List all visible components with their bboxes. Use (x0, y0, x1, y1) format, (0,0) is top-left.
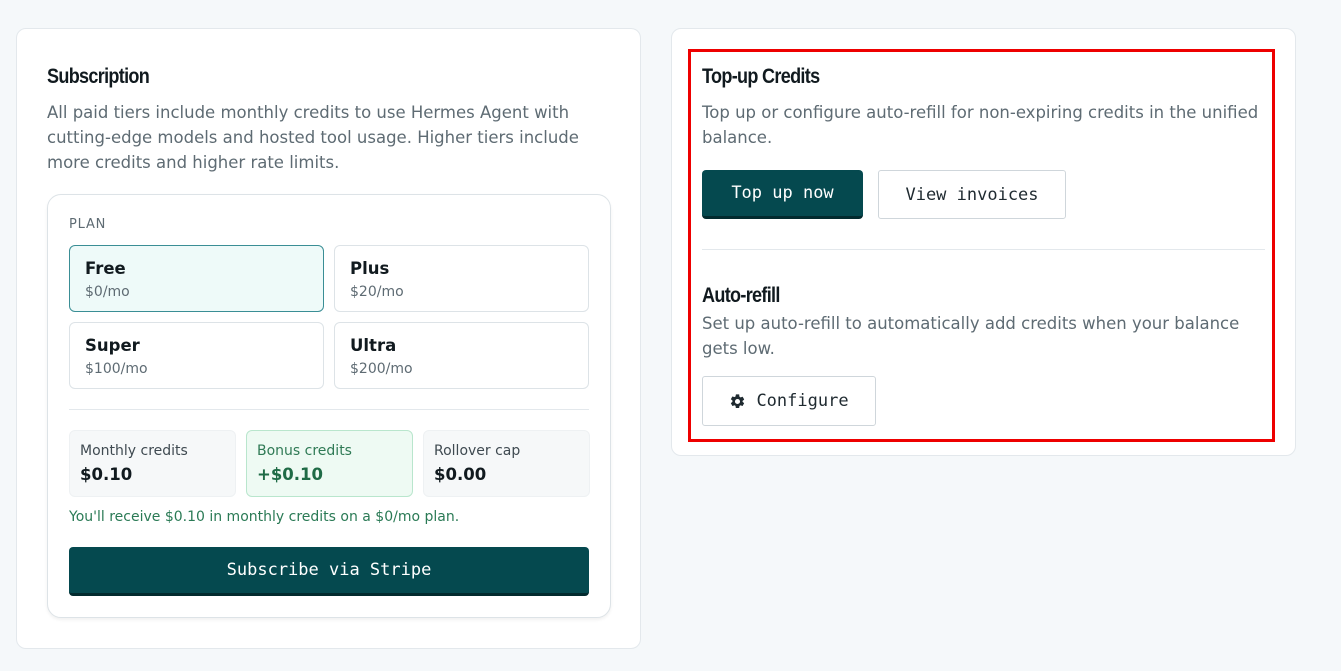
plan-panel: PLAN Free $0/mo Plus $20/mo Super $100/m… (47, 194, 611, 618)
plan-option-free[interactable]: Free $0/mo (69, 245, 324, 312)
plan-price: $200/mo (350, 361, 413, 377)
topup-description: Top up or configure auto-refill for non-… (702, 103, 1259, 147)
plan-option-super[interactable]: Super $100/mo (69, 322, 324, 389)
stat-label: Monthly credits (80, 443, 188, 459)
stat-label: Bonus credits (257, 443, 352, 459)
topup-divider (702, 249, 1265, 250)
stat-value: +$0.10 (257, 465, 324, 484)
subscribe-stripe-button[interactable]: Subscribe via Stripe (69, 547, 589, 596)
view-invoices-button[interactable]: View invoices (878, 170, 1066, 219)
topup-title: Top-up Credits (702, 65, 820, 88)
autorefill-title: Auto-refill (702, 284, 780, 307)
plan-price: $0/mo (85, 284, 130, 300)
subscription-title: Subscription (47, 65, 150, 88)
plan-label: PLAN (69, 217, 107, 232)
plan-name: Ultra (350, 336, 397, 355)
configure-button[interactable]: Configure (702, 376, 876, 426)
stat-bonus-credits: Bonus credits +$0.10 (246, 430, 413, 497)
plan-name: Super (85, 336, 140, 355)
plan-name: Free (85, 259, 126, 278)
configure-label: Configure (756, 391, 849, 411)
plan-price: $20/mo (350, 284, 404, 300)
stat-rollover-cap: Rollover cap $0.00 (423, 430, 590, 497)
plan-name: Plus (350, 259, 390, 278)
stat-value: $0.00 (434, 465, 487, 484)
plan-divider (69, 409, 589, 410)
topup-now-button[interactable]: Top up now (702, 170, 863, 219)
topup-card: Top-up Credits Top up or configure auto-… (671, 28, 1296, 456)
stat-value: $0.10 (80, 465, 133, 484)
gear-icon (731, 393, 745, 408)
subscription-description: All paid tiers include monthly credits t… (47, 103, 579, 172)
plan-option-plus[interactable]: Plus $20/mo (334, 245, 589, 312)
plan-option-ultra[interactable]: Ultra $200/mo (334, 322, 589, 389)
stat-label: Rollover cap (434, 443, 521, 459)
stat-monthly-credits: Monthly credits $0.10 (69, 430, 236, 497)
subscription-card: Subscription All paid tiers include mont… (16, 28, 641, 649)
plan-price: $100/mo (85, 361, 148, 377)
plan-credits-note: You'll receive $0.10 in monthly credits … (69, 509, 460, 525)
autorefill-description: Set up auto-refill to automatically add … (702, 314, 1240, 358)
